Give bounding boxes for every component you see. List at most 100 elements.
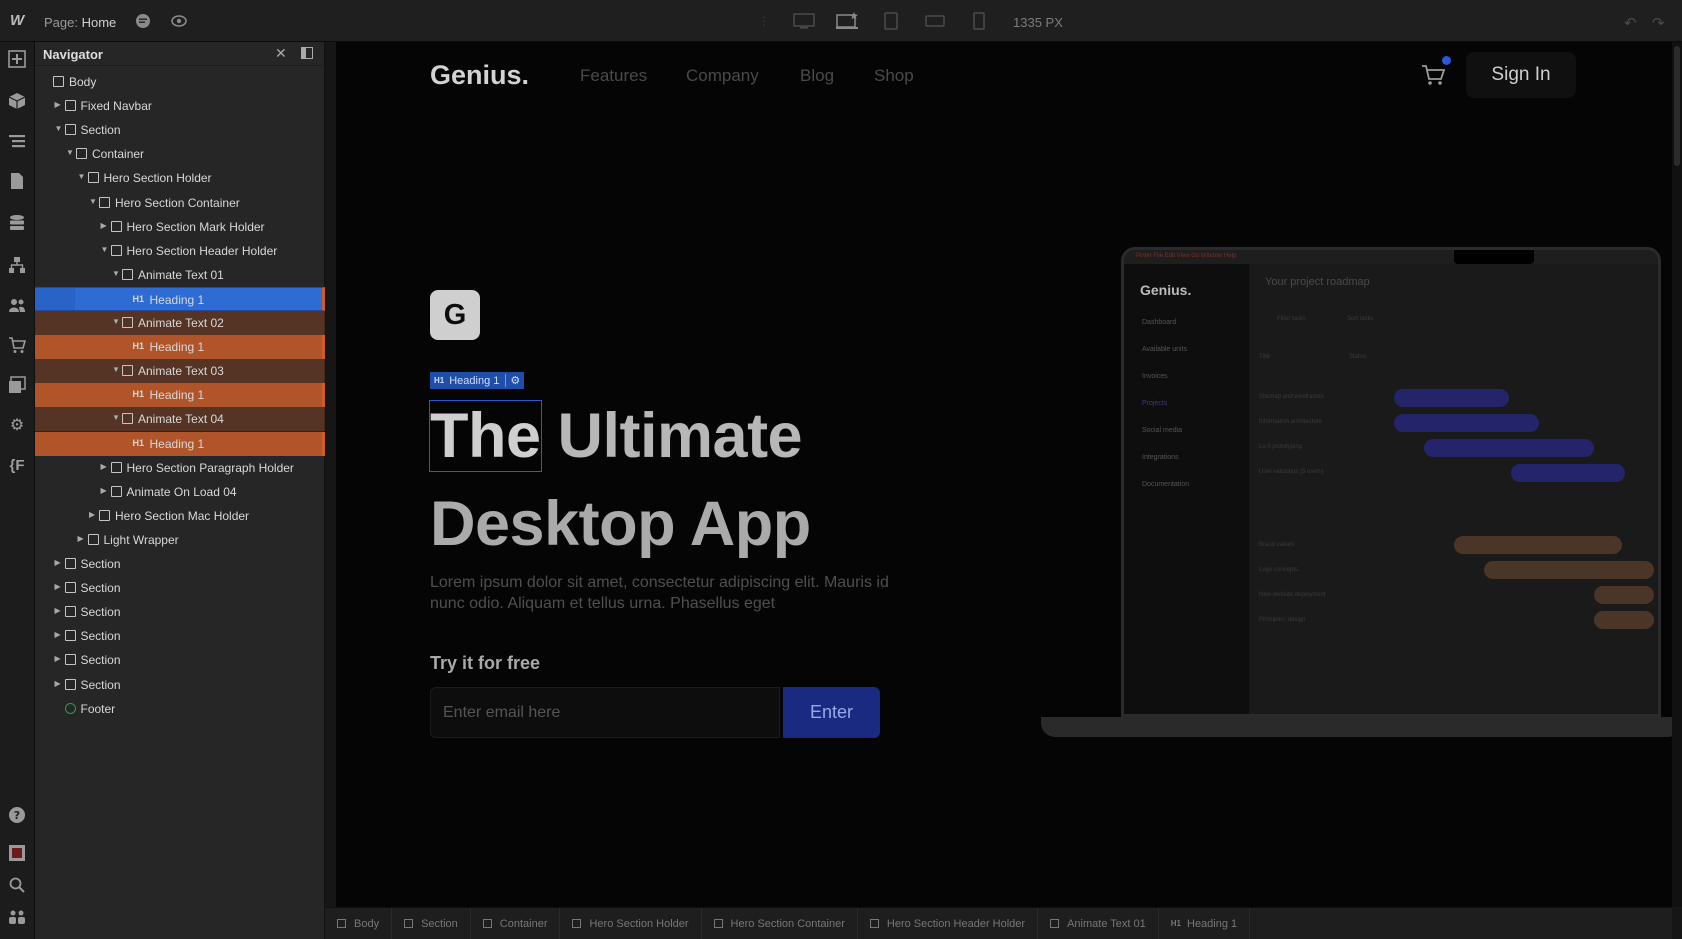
caret-right-icon[interactable]: ▶ (55, 679, 61, 688)
redo-icon[interactable]: ↷ (1652, 14, 1665, 32)
navigator-row[interactable]: ▼ Animate Text 03 (35, 359, 325, 384)
breadcrumb-item[interactable]: H1 Heading 1 (1159, 908, 1251, 939)
caret-down-icon[interactable]: ▼ (55, 124, 63, 133)
selected-element-tag[interactable]: H1 Heading 1 ⚙ (430, 372, 525, 389)
caret-right-icon[interactable]: ▶ (55, 654, 61, 663)
caret-right-icon[interactable]: ▶ (89, 510, 95, 519)
navigator-row[interactable]: ▼ Section (35, 118, 325, 142)
navigator-row[interactable]: H1 Heading 1 (35, 286, 325, 311)
tablet-breakpoint-icon[interactable] (880, 12, 902, 30)
dock-panel-icon[interactable] (301, 47, 313, 59)
caret-right-icon[interactable]: ▶ (55, 606, 61, 615)
navigator-row[interactable]: H1 Heading 1 (35, 335, 325, 360)
breadcrumb-item[interactable]: Hero Section Holder (560, 908, 702, 939)
app-logo[interactable]: W (10, 12, 24, 29)
navigator-row[interactable]: ▶ Hero Section Mark Holder (35, 215, 325, 239)
headline-line-2[interactable]: Desktop App (430, 480, 811, 568)
users-icon[interactable] (6, 294, 28, 316)
design-canvas[interactable]: Genius. Features Company Blog Shop Sign … (336, 42, 1672, 907)
navigator-row[interactable]: ▼ Container (35, 142, 325, 166)
navigator-row[interactable]: ▼ Hero Section Header Holder (35, 239, 325, 263)
navigator-row[interactable]: Body (35, 70, 325, 94)
hero-headline[interactable]: The Ultimate Desktop App (429, 392, 811, 568)
navigator-row[interactable]: ▶ Section (35, 673, 325, 697)
breadcrumb-item[interactable]: Hero Section Header Holder (858, 908, 1039, 939)
sign-in-button[interactable]: Sign In (1466, 52, 1576, 98)
hero-paragraph[interactable]: Lorem ipsum dolor sit amet, consectetur … (430, 572, 890, 614)
caret-right-icon[interactable]: ▶ (55, 100, 61, 109)
preview-eye-icon[interactable] (170, 12, 188, 30)
navigator-row[interactable]: ▶ Light Wrapper (35, 528, 325, 552)
assets-images-icon[interactable] (6, 374, 28, 396)
mobile-portrait-breakpoint-icon[interactable] (968, 12, 990, 30)
breadcrumb-item[interactable]: Animate Text 01 (1038, 908, 1159, 939)
site-nav-features[interactable]: Features (580, 66, 647, 86)
site-nav-company[interactable]: Company (686, 66, 759, 86)
breadcrumb-item[interactable]: Body (325, 908, 393, 939)
desktop-star-breakpoint-icon[interactable] (836, 12, 858, 30)
breadcrumb-item[interactable]: Hero Section Container (702, 908, 858, 939)
undo-icon[interactable]: ↶ (1624, 14, 1637, 32)
help-icon[interactable]: ? (6, 804, 28, 826)
navigator-row[interactable]: ▶ Fixed Navbar (35, 94, 325, 118)
navigator-row[interactable]: ▼ Hero Section Holder (35, 166, 325, 190)
caret-down-icon[interactable]: ▼ (112, 365, 120, 374)
caret-right-icon[interactable]: ▶ (55, 582, 61, 591)
more-dots-icon[interactable]: ⋮ (758, 14, 770, 28)
caret-right-icon[interactable]: ▶ (55, 630, 61, 639)
navigator-row[interactable]: ▶ Section (35, 624, 325, 648)
navigator-row[interactable]: ▼ Hero Section Container (35, 191, 325, 215)
ecommerce-cart-icon[interactable] (6, 334, 28, 356)
navigator-row[interactable]: ▶ Animate On Load 04 (35, 480, 325, 504)
components-cube-icon[interactable] (6, 90, 28, 112)
headline-word-ultimate[interactable]: Ultimate (558, 401, 803, 471)
desktop-breakpoint-icon[interactable] (793, 12, 815, 30)
variables-icon[interactable]: {F (6, 454, 28, 476)
navigator-row[interactable]: ▶ Hero Section Paragraph Holder (35, 456, 325, 480)
caret-down-icon[interactable]: ▼ (112, 269, 120, 278)
caret-down-icon[interactable]: ▼ (89, 197, 97, 206)
email-input[interactable]: Enter email here (430, 687, 780, 738)
site-nav-shop[interactable]: Shop (874, 66, 914, 86)
site-nav-blog[interactable]: Blog (800, 66, 834, 86)
caret-down-icon[interactable]: ▼ (78, 172, 86, 181)
cms-database-icon[interactable] (6, 212, 28, 234)
enter-button[interactable]: Enter (783, 687, 880, 738)
pages-icon[interactable] (6, 170, 28, 192)
navigator-row[interactable]: Footer (35, 697, 325, 721)
headline-word-the[interactable]: The (429, 400, 542, 472)
cart-icon[interactable] (1420, 62, 1446, 88)
navigator-row[interactable]: ▼ Animate Text 01 (35, 263, 325, 287)
caret-down-icon[interactable]: ▼ (112, 317, 120, 326)
element-settings-icon[interactable]: ⚙ (505, 374, 520, 387)
navigator-row[interactable]: H1 Heading 1 (35, 431, 325, 456)
search-icon[interactable] (6, 874, 28, 896)
scrollbar-thumb[interactable] (1674, 46, 1680, 166)
comment-icon[interactable] (134, 12, 152, 30)
caret-right-icon[interactable]: ▶ (78, 534, 84, 543)
navigator-row[interactable]: H1 Heading 1 (35, 383, 325, 408)
caret-right-icon[interactable]: ▶ (55, 558, 61, 567)
navigator-row[interactable]: ▼ Animate Text 02 (35, 311, 325, 335)
site-logo[interactable]: Genius. (430, 60, 529, 91)
caret-down-icon[interactable]: ▼ (112, 413, 120, 422)
breadcrumb-item[interactable]: Section (392, 908, 471, 939)
navigator-row[interactable]: ▶ Section (35, 552, 325, 576)
close-icon[interactable]: ✕ (275, 45, 287, 62)
navigator-layers-icon[interactable] (6, 130, 28, 152)
caret-down-icon[interactable]: ▼ (66, 148, 74, 157)
navigator-row[interactable]: ▶ Section (35, 600, 325, 624)
mobile-landscape-breakpoint-icon[interactable] (924, 12, 946, 30)
logic-flow-icon[interactable] (6, 254, 28, 276)
page-selector[interactable]: Page: Home (44, 15, 116, 30)
caret-right-icon[interactable]: ▶ (101, 462, 107, 471)
navigator-row[interactable]: ▶ Section (35, 576, 325, 600)
video-tutorial-icon[interactable] (6, 842, 28, 864)
caret-right-icon[interactable]: ▶ (101, 221, 107, 230)
breadcrumb-item[interactable]: Container (471, 908, 561, 939)
add-panel-icon[interactable] (6, 48, 28, 70)
caret-down-icon[interactable]: ▼ (101, 245, 109, 254)
navigator-row[interactable]: ▶ Section (35, 648, 325, 672)
settings-gear-icon[interactable]: ⚙ (6, 414, 28, 436)
caret-right-icon[interactable]: ▶ (101, 486, 107, 495)
